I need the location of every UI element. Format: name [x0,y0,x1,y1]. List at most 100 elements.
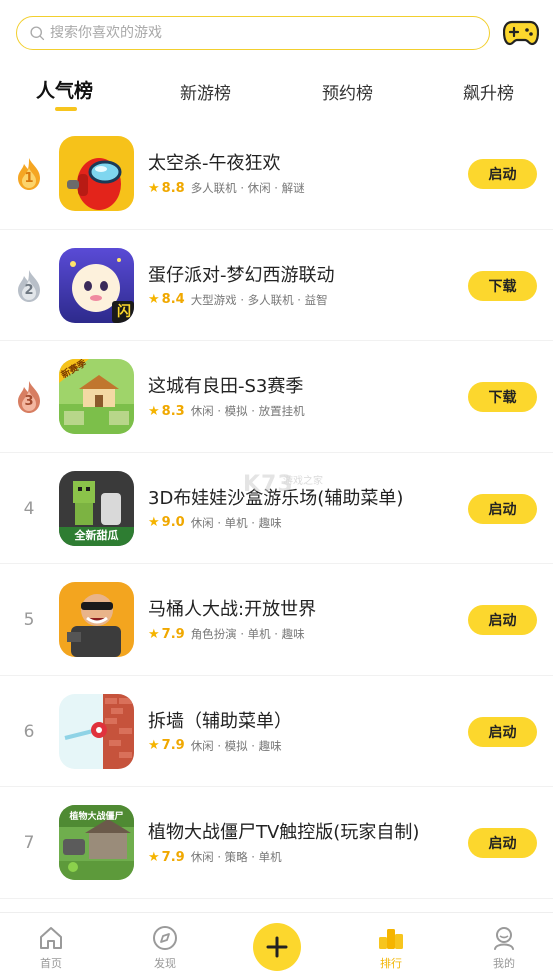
search-icon [30,25,45,40]
game-score: 7.9 [161,738,185,753]
nav-label: 首页 [40,957,62,970]
game-name[interactable]: 这城有良田-S3赛季 [148,372,303,398]
list-item[interactable]: 3 新赛季 这城有良田-S3赛季 ★ 8.3 休闲 · 模拟 · 放置挂机 下载 [0,341,553,453]
silver-flame-icon: 2 [14,268,44,304]
rank-number: 7 [23,833,35,853]
launch-button[interactable]: 启动 [468,159,537,189]
nav-profile[interactable]: 我的 [474,923,534,971]
game-score: 7.9 [161,626,185,642]
rank-number: 6 [23,721,35,742]
rank-badge: 1 [12,156,46,192]
star-icon: ★ [148,626,160,642]
game-name[interactable]: 拆墙（辅助菜单） [148,707,292,733]
star-icon: ★ [148,738,160,753]
rank-badge: 2 [12,268,46,304]
watermark: K73 游戏之家 [243,472,353,512]
game-meta: ★ 8.3 休闲 · 模拟 · 放置挂机 [148,403,305,419]
add-button[interactable] [253,923,301,971]
game-score: 9.0 [161,515,185,530]
search-box[interactable] [16,16,490,50]
rank-badge: 5 [12,602,46,638]
tab-active-indicator [55,107,77,111]
rank-badge: 7 [12,825,46,861]
game-name[interactable]: 马桶人大战:开放世界 [148,595,316,621]
rank-number: 5 [23,610,35,630]
game-meta: ★ 7.9 休闲 · 模拟 · 趣味 [148,738,282,754]
download-button[interactable]: 下载 [468,270,537,301]
app-icon-break-wall[interactable] [59,693,134,769]
search-row [16,16,543,50]
tab-popular[interactable]: 人气榜 [36,76,93,103]
game-name[interactable]: 植物大战僵尸TV触控版(玩家自制) [148,818,419,844]
search-input[interactable] [50,25,450,41]
game-score: 7.9 [161,849,185,865]
launch-button[interactable]: 启动 [468,605,537,635]
game-tags: 角色扮演 · 单机 · 趣味 [190,627,305,641]
ranking-tabs: 人气榜 新游榜 预约榜 飙升榜 [0,76,553,116]
game-score: 8.4 [161,292,185,307]
nav-label: 发现 [154,957,176,970]
nav-discover[interactable]: 发现 [135,923,195,971]
nav-home[interactable]: 首页 [21,923,81,971]
app-icon-eggy-party[interactable]: 闪 [59,247,134,323]
launch-button[interactable]: 启动 [468,828,537,858]
game-tags: 休闲 · 策略 · 单机 [190,850,282,864]
icon-badge: 植物大战僵尸 [69,812,124,822]
launch-button[interactable]: 启动 [468,493,537,524]
rank-badge: 6 [12,714,46,750]
game-meta: ★ 8.8 多人联机 · 休闲 · 解谜 [148,180,305,196]
profile-icon [474,923,534,953]
game-meta: ★ 8.4 大型游戏 · 多人联机 · 益智 [148,292,328,308]
bottom-nav: 首页 发现 排行 我的 [0,912,553,974]
app-icon-farm-city[interactable]: 新赛季 [59,359,134,434]
tab-new-games[interactable]: 新游榜 [180,79,231,104]
nav-label: 我的 [493,957,515,970]
star-icon: ★ [148,849,160,865]
bronze-flame-icon: 3 [14,379,44,415]
game-meta: ★ 9.0 休闲 · 单机 · 趣味 [148,515,282,531]
app-icon-ragdoll-sandbox[interactable]: 全新甜瓜 [59,470,134,546]
app-icon-among-us[interactable] [59,136,134,211]
rank-badge: 4 [12,491,46,527]
game-score: 8.8 [161,180,185,196]
rank-number: 4 [23,498,35,519]
plus-icon [266,936,288,958]
tab-reservation[interactable]: 预约榜 [322,79,373,104]
compass-icon [135,923,195,953]
list-item[interactable]: 7 植物大战僵尸 植物大战僵尸TV触控版(玩家自制) ★ 7.9 休闲 · 策略… [0,787,553,899]
star-icon: ★ [148,403,160,419]
app-icon-toilet-war[interactable] [59,582,134,657]
home-icon [21,923,81,953]
icon-badge: 闪 [117,303,131,320]
list-item[interactable]: 6 拆墙（辅助菜单） ★ 7.9 休闲 · 模拟 · 趣味 启动 [0,676,553,787]
game-tags: 大型游戏 · 多人联机 · 益智 [190,292,328,307]
list-item[interactable]: 1 太空杀-午夜狂欢 ★ 8.8 多人联机 · 休闲 · 解谜 启动 [0,118,553,230]
game-name[interactable]: 蛋仔派对-梦幻西游联动 [148,261,335,287]
game-meta: ★ 7.9 休闲 · 策略 · 单机 [148,849,282,865]
rank-number: 3 [24,394,34,409]
ranking-icon [361,923,421,953]
star-icon: ★ [148,292,160,307]
game-meta: ★ 7.9 角色扮演 · 单机 · 趣味 [148,626,305,642]
list-item[interactable]: 2 闪 蛋仔派对-梦幻西游联动 ★ 8.4 大型游戏 · 多人联机 · 益智 下… [0,230,553,341]
nav-label: 排行 [380,957,402,970]
launch-button[interactable]: 启动 [468,716,537,747]
rank-badge: 3 [12,379,46,415]
gamepad-icon[interactable] [501,16,541,50]
star-icon: ★ [148,180,160,196]
game-tags: 休闲 · 单机 · 趣味 [190,515,282,530]
game-name[interactable]: 太空杀-午夜狂欢 [148,149,281,175]
nav-ranking[interactable]: 排行 [361,923,421,971]
download-button[interactable]: 下载 [468,382,537,412]
rank-number: 1 [24,171,34,186]
game-tags: 休闲 · 模拟 · 趣味 [190,738,282,753]
star-icon: ★ [148,515,160,530]
app-icon-pvz-tv[interactable]: 植物大战僵尸 [59,805,134,880]
game-score: 8.3 [161,403,185,419]
list-item[interactable]: 5 马桶人大战:开放世界 ★ 7.9 角色扮演 · 单机 · 趣味 启动 [0,564,553,676]
tab-rising[interactable]: 飙升榜 [463,79,514,104]
game-tags: 多人联机 · 休闲 · 解谜 [190,181,305,195]
rank-number: 2 [24,282,34,298]
game-tags: 休闲 · 模拟 · 放置挂机 [190,404,305,418]
watermark-text: 游戏之家 [283,476,323,487]
